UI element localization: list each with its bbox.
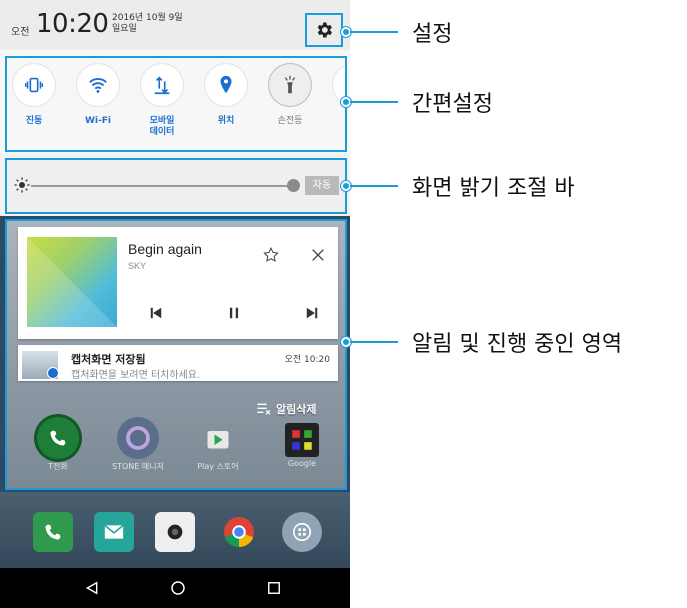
gear-icon [317, 22, 332, 38]
date-label: 2016년 10월 9일 일요일 [112, 13, 183, 35]
notifications-area: Begin again SKY 캡처화면 저장됨 캡처화면을 보려면 터치하세요… [5, 219, 347, 490]
navigation-bar [0, 568, 350, 608]
brightness-panel: 자동 [0, 154, 350, 216]
qs-vibrate[interactable]: 진동 [7, 64, 64, 127]
back-button[interactable] [80, 578, 104, 598]
notifications-callout-text: 알림 및 진행 중인 영역 [412, 332, 623, 357]
google-folder-icon [285, 423, 319, 457]
quick-settings-panel: 진동 Wi-Fi 모바일 데이터 위치 손전등 [0, 50, 350, 154]
background-app-row: T전화 STONE 매니저 Play 스토어 Google [29, 417, 339, 487]
favorite-button[interactable] [261, 245, 281, 265]
recent-apps-icon [268, 582, 280, 594]
music-notification[interactable]: Begin again SKY [18, 227, 338, 339]
quick-settings-highlight: 진동 Wi-Fi 모바일 데이터 위치 손전등 [5, 56, 347, 152]
quick-settings-callout-text: 간편설정 [412, 92, 493, 117]
app-tphone: T전화 [29, 417, 87, 472]
notifications-callout-line [350, 341, 398, 343]
qs-location[interactable]: 위치 [196, 64, 256, 127]
ampm-label: 오전 [11, 27, 30, 38]
skip-next-icon [306, 307, 318, 319]
qs-flashlight[interactable]: 손전등 [260, 64, 320, 127]
home-button[interactable] [166, 578, 190, 598]
qs-partial-line2: 화면 [324, 127, 345, 138]
settings-callout-text: 설정 [412, 22, 453, 47]
location-icon [205, 64, 247, 106]
phone-app-icon [37, 417, 79, 459]
close-icon [312, 249, 324, 261]
brightness-slider-thumb[interactable] [287, 179, 300, 192]
dock-phone-icon[interactable] [33, 512, 73, 552]
qs-mobile-data-line2: 데이터 [149, 127, 175, 137]
home-dock [0, 492, 350, 568]
dock-camera-icon[interactable] [155, 512, 195, 552]
app-google-label: Google [287, 459, 317, 468]
weekday-line: 일요일 [112, 24, 137, 34]
previous-track-button[interactable] [146, 303, 166, 323]
app-play-store: Play 스토어 [189, 417, 247, 472]
song-title: Begin again [128, 241, 202, 257]
brightness-callout-text: 화면 밝기 조절 바 [412, 176, 575, 201]
next-track-button[interactable] [302, 303, 322, 323]
clear-all-icon [257, 403, 271, 415]
qs-flashlight-label: 손전등 [277, 116, 303, 126]
clear-all-label: 알림삭제 [276, 403, 317, 416]
star-icon [263, 247, 279, 262]
screenshot-notification[interactable]: 캡처화면 저장됨 캡처화면을 보려면 터치하세요. 오전 10:20 [18, 345, 338, 381]
qs-vibrate-label: 진동 [25, 116, 43, 126]
flashlight-icon [269, 64, 311, 106]
qs-mobile-data-label: 모바일 데이터 [132, 116, 192, 138]
phone-screen: 오전 10:20 2016년 10월 9일 일요일 진동 Wi-Fi 모바일 데… [0, 0, 350, 608]
clear-all-button[interactable]: 알림삭제 [256, 401, 316, 417]
back-icon [85, 581, 98, 595]
stone-app-icon [117, 417, 159, 459]
close-music-button[interactable] [308, 245, 328, 265]
brightness-slider[interactable] [31, 179, 300, 192]
song-artist: SKY [128, 261, 147, 271]
screenshot-notification-title: 캡처화면 저장됨 [71, 353, 146, 366]
recent-apps-button[interactable] [262, 578, 286, 598]
qs-mobile-data[interactable]: 모바일 데이터 [132, 64, 192, 138]
qs-mobile-data-line1: 모바일 [149, 116, 175, 126]
brightness-callout-line [350, 185, 398, 187]
status-bar: 오전 10:20 2016년 10월 9일 일요일 [0, 0, 350, 50]
skip-previous-icon [150, 307, 162, 319]
brightness-slider-fill [31, 185, 293, 187]
app-google: Google [273, 417, 331, 468]
pause-button[interactable] [224, 303, 244, 323]
quick-settings-callout-line [350, 101, 398, 103]
album-art [27, 237, 117, 327]
wifi-icon [77, 64, 119, 106]
screenshot-notification-subtitle: 캡처화면을 보려면 터치하세요. [71, 370, 201, 381]
auto-brightness-button[interactable]: 자동 [305, 176, 339, 195]
qs-location-label: 위치 [217, 116, 235, 126]
app-play-store-label: Play 스토어 [197, 462, 239, 471]
dock-apps-icon[interactable] [282, 512, 322, 552]
vibrate-icon [13, 64, 55, 106]
home-icon [171, 581, 185, 595]
app-stone: STONE 매니저 [109, 417, 167, 472]
pause-icon [229, 307, 239, 319]
qs-wifi-label: Wi-Fi [85, 116, 111, 126]
screenshot-notification-time: 오전 10:20 [284, 355, 330, 365]
app-tphone-label: T전화 [48, 462, 68, 471]
settings-button[interactable] [305, 13, 343, 47]
qs-partial-label: 지 화면 [324, 116, 345, 138]
qs-wifi[interactable]: Wi-Fi [68, 64, 128, 127]
settings-callout-line [350, 31, 398, 33]
brightness-icon [14, 177, 30, 193]
mobile-data-icon [141, 64, 183, 106]
dock-message-icon[interactable] [94, 512, 134, 552]
screenshot-badge-icon [47, 367, 59, 379]
dock-chrome-icon[interactable] [219, 512, 259, 552]
play-store-icon [197, 417, 239, 459]
clock-time: 10:20 [36, 9, 109, 39]
qs-partial-line1: 지 [324, 116, 345, 127]
date-line: 2016년 10월 9일 [112, 13, 183, 23]
brightness-highlight: 자동 [5, 158, 347, 214]
app-stone-label: STONE 매니저 [112, 462, 164, 471]
